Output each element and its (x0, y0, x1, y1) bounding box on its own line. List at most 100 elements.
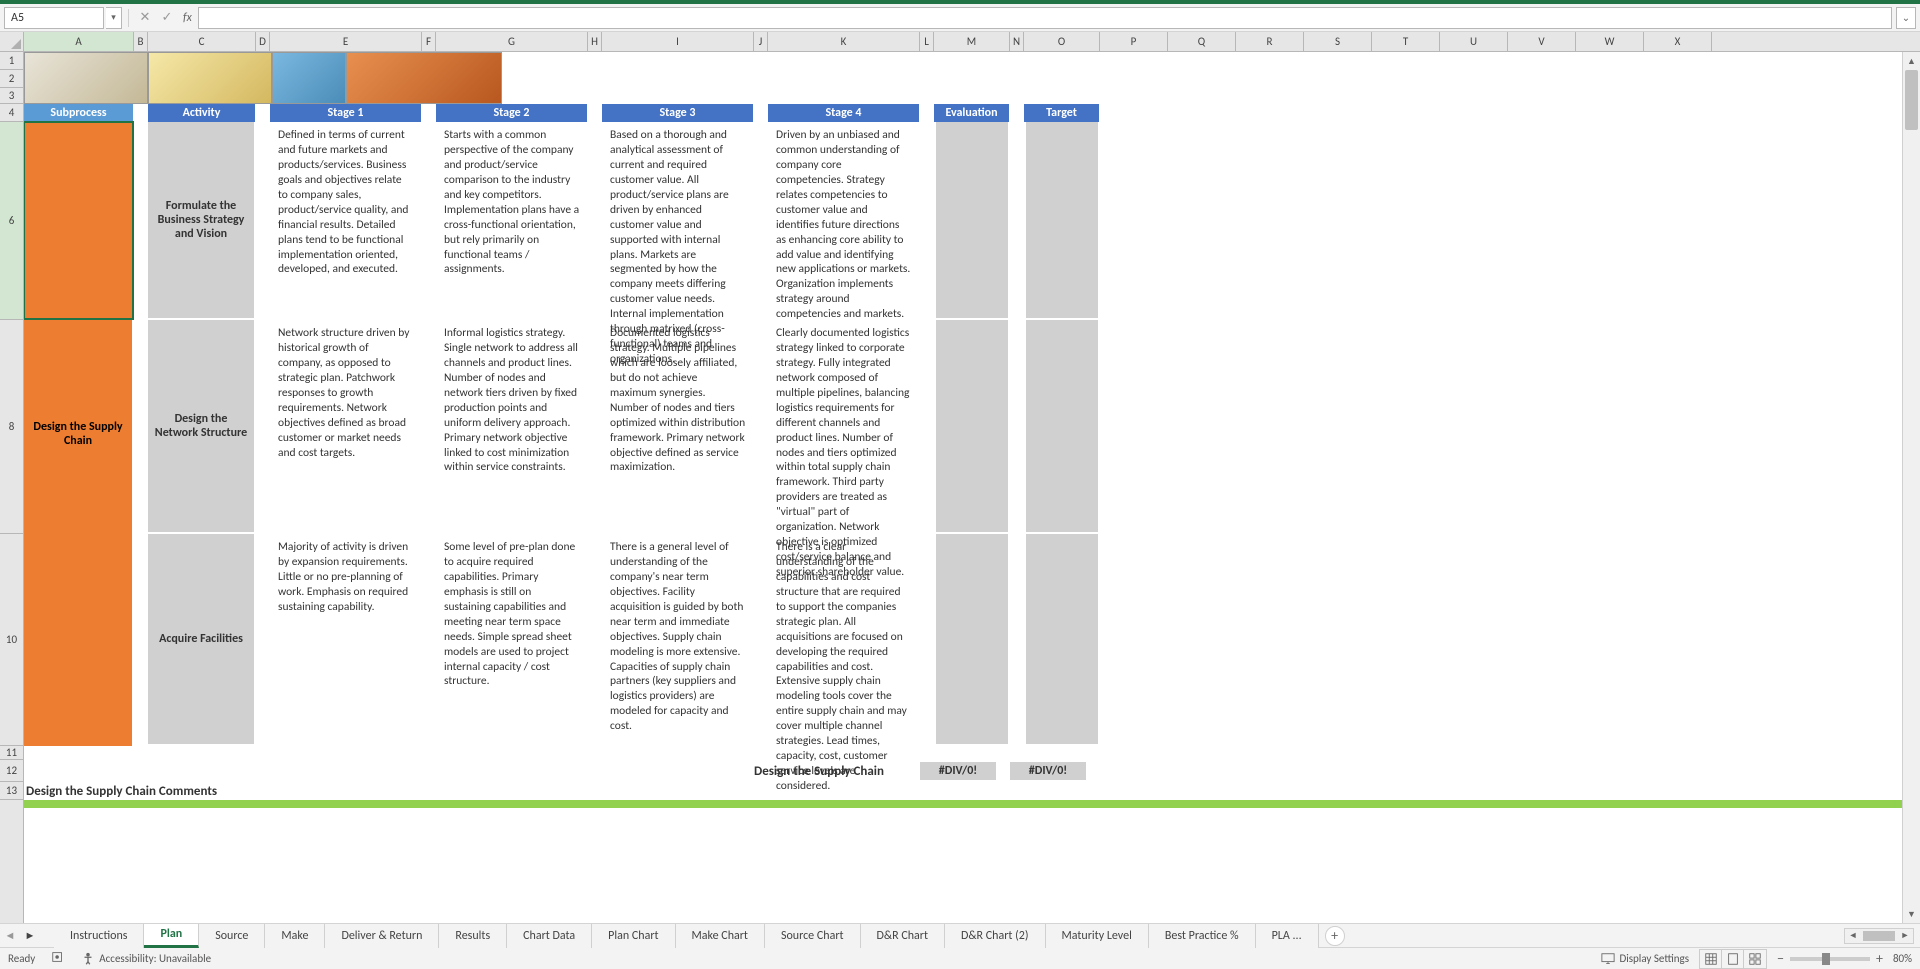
col-header-d[interactable]: D (256, 32, 270, 51)
view-page-layout-button[interactable] (1722, 950, 1744, 968)
table-header-row: Subprocess Activity Stage 1 Stage 2 Stag… (24, 104, 1920, 122)
scroll-up-icon[interactable]: ▲ (1903, 52, 1920, 70)
scroll-down-icon[interactable]: ▼ (1903, 905, 1920, 923)
evaluation-cell[interactable] (934, 534, 1010, 744)
col-header-l[interactable]: L (920, 32, 934, 51)
sheet-tab-dr-chart-2[interactable]: D&R Chart (2) (945, 924, 1046, 948)
row-header-12[interactable]: 12 (0, 760, 23, 782)
display-settings-button[interactable]: Display Settings (1601, 952, 1689, 966)
spacer-row (24, 746, 1920, 760)
row-header-6[interactable]: 6 (0, 122, 23, 320)
col-header-g[interactable]: G (436, 32, 588, 51)
banner-images (24, 52, 1920, 104)
enter-icon[interactable]: ✓ (157, 8, 177, 28)
sheet-tab-dr-chart[interactable]: D&R Chart (861, 924, 945, 948)
name-box-dropdown[interactable]: ▾ (106, 7, 122, 29)
col-header-u[interactable]: U (1440, 32, 1508, 51)
col-header-o[interactable]: O (1024, 32, 1100, 51)
gap (754, 320, 768, 532)
col-header-n[interactable]: N (1010, 32, 1024, 51)
target-cell[interactable] (1024, 122, 1100, 318)
gap (1010, 320, 1024, 532)
col-header-v[interactable]: V (1508, 32, 1576, 51)
macro-record-icon[interactable] (51, 950, 65, 967)
evaluation-cell[interactable] (934, 122, 1010, 318)
add-sheet-button[interactable]: + (1325, 926, 1345, 946)
gap (588, 104, 602, 122)
stage3-cell: Based on a thorough and analytical asses… (602, 122, 754, 318)
col-header-t[interactable]: T (1372, 32, 1440, 51)
sheet-tab-chart-data[interactable]: Chart Data (507, 924, 592, 948)
select-all-button[interactable] (0, 32, 24, 51)
header-target: Target (1024, 104, 1100, 122)
row-header-13[interactable]: 13 (0, 782, 23, 800)
target-cell[interactable] (1024, 534, 1100, 744)
sheet-tab-source[interactable]: Source (199, 924, 265, 948)
sheet-tab-instructions[interactable]: Instructions (54, 924, 144, 948)
row-header-4[interactable]: 4 (0, 104, 23, 122)
name-box[interactable]: A5 (4, 7, 104, 29)
col-header-x[interactable]: X (1644, 32, 1712, 51)
zoom-in-button[interactable]: + (1876, 950, 1883, 967)
row-header-1[interactable]: 1 (0, 52, 23, 70)
col-header-e[interactable]: E (270, 32, 422, 51)
stage2-cell: Informal logistics strategy. Single netw… (436, 320, 588, 532)
hscroll-thumb[interactable] (1863, 931, 1895, 941)
col-header-j[interactable]: J (754, 32, 768, 51)
sheet-tab-make-chart[interactable]: Make Chart (676, 924, 765, 948)
status-ready: Ready (8, 952, 35, 965)
display-settings-label: Display Settings (1619, 952, 1689, 965)
cancel-icon[interactable]: ✕ (135, 8, 155, 28)
grid-content[interactable]: Subprocess Activity Stage 1 Stage 2 Stag… (24, 52, 1920, 923)
col-header-i[interactable]: I (602, 32, 754, 51)
col-header-c[interactable]: C (148, 32, 256, 51)
zoom-level[interactable]: 80% (1893, 952, 1912, 965)
scroll-thumb[interactable] (1905, 70, 1918, 130)
view-page-break-button[interactable] (1744, 950, 1766, 968)
tab-nav-prev-icon[interactable]: ◄ (0, 926, 20, 946)
hscroll-left-icon[interactable]: ◄ (1845, 929, 1861, 943)
sheet-tab-pla[interactable]: PLA ... (1256, 924, 1319, 948)
tab-nav-next-icon[interactable]: ► (20, 926, 40, 946)
col-header-f[interactable]: F (422, 32, 436, 51)
row-header-10[interactable]: 10 (0, 534, 23, 746)
col-header-m[interactable]: M (934, 32, 1010, 51)
col-header-a[interactable]: A (24, 32, 134, 51)
hscroll-right-icon[interactable]: ► (1897, 929, 1913, 943)
row-header-8[interactable]: 8 (0, 320, 23, 534)
formula-input[interactable] (198, 7, 1892, 29)
col-header-b[interactable]: B (134, 32, 148, 51)
expand-formula-bar-icon[interactable]: ⌄ (1896, 7, 1916, 29)
accessibility-status[interactable]: Accessibility: Unavailable (81, 952, 211, 966)
col-header-p[interactable]: P (1100, 32, 1168, 51)
col-header-k[interactable]: K (768, 32, 920, 51)
col-header-s[interactable]: S (1304, 32, 1372, 51)
sheet-tab-source-chart[interactable]: Source Chart (765, 924, 861, 948)
vertical-scrollbar[interactable]: ▲ ▼ (1902, 52, 1920, 923)
sheet-tab-results[interactable]: Results (439, 924, 507, 948)
row-header-2[interactable]: 2 (0, 70, 23, 88)
sheet-tab-maturity-level[interactable]: Maturity Level (1046, 924, 1149, 948)
horizontal-scrollbar[interactable]: ◄ ► (1844, 928, 1914, 944)
view-normal-button[interactable] (1700, 950, 1722, 968)
col-header-h[interactable]: H (588, 32, 602, 51)
sheet-tab-best-practice[interactable]: Best Practice % (1149, 924, 1256, 948)
gap (754, 122, 768, 318)
evaluation-cell[interactable] (934, 320, 1010, 532)
fx-icon[interactable]: fx (183, 11, 192, 25)
sheet-tab-plan[interactable]: Plan (144, 924, 199, 948)
gap (588, 320, 602, 532)
row-header-3[interactable]: 3 (0, 88, 23, 104)
col-header-w[interactable]: W (1576, 32, 1644, 51)
col-header-q[interactable]: Q (1168, 32, 1236, 51)
sheet-tab-deliver-return[interactable]: Deliver & Return (325, 924, 439, 948)
zoom-thumb[interactable] (1822, 953, 1830, 965)
col-header-r[interactable]: R (1236, 32, 1304, 51)
zoom-track[interactable] (1790, 957, 1870, 961)
sheet-tab-plan-chart[interactable]: Plan Chart (592, 924, 675, 948)
gap (920, 320, 934, 532)
sheet-tab-make[interactable]: Make (265, 924, 325, 948)
target-cell[interactable] (1024, 320, 1100, 532)
row-header-11[interactable]: 11 (0, 746, 23, 760)
zoom-out-button[interactable]: − (1777, 950, 1784, 967)
